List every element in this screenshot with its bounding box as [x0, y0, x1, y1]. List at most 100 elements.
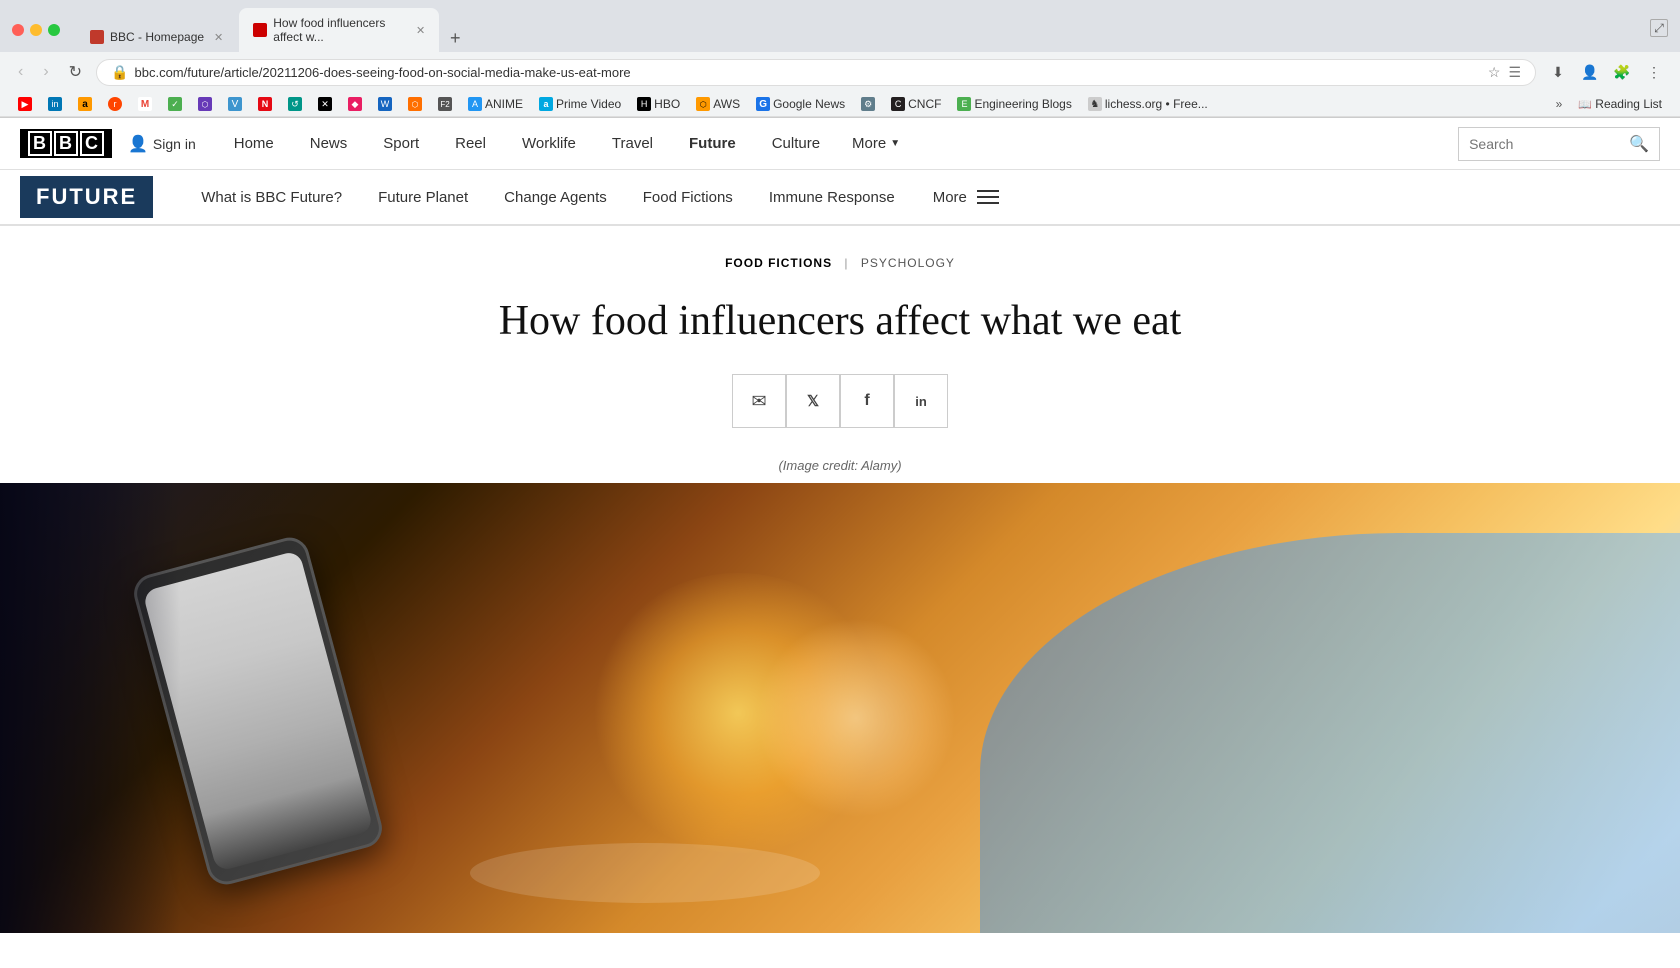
- diamond-icon: ◆: [348, 97, 362, 111]
- bookmark-item12[interactable]: W: [372, 95, 398, 113]
- bookmark-linkedin[interactable]: in: [42, 95, 68, 113]
- amazon-icon: a: [78, 97, 92, 111]
- nav-sport[interactable]: Sport: [365, 118, 437, 170]
- bookmark-item13[interactable]: ⬡: [402, 95, 428, 113]
- reload-button[interactable]: ↻: [63, 58, 88, 86]
- close-button[interactable]: [12, 24, 24, 36]
- bookmark-gmail[interactable]: M: [132, 95, 158, 113]
- share-email-button[interactable]: ✉: [732, 374, 786, 428]
- forward-button[interactable]: ›: [37, 59, 54, 85]
- nav-more-button[interactable]: More ▼: [838, 118, 914, 170]
- reddit-icon: r: [108, 97, 122, 111]
- tab-close-2[interactable]: ✕: [416, 24, 425, 37]
- image-credit: (Image credit: Alamy): [0, 458, 1680, 483]
- restore-button[interactable]: ⤢: [1650, 19, 1668, 37]
- search-input[interactable]: [1459, 130, 1619, 158]
- bookmark-f2[interactable]: F2: [432, 95, 458, 113]
- future-more-label[interactable]: More: [933, 189, 967, 206]
- bookmark-youtube[interactable]: ▶: [12, 95, 38, 113]
- bookmark-item10[interactable]: ✕: [312, 95, 338, 113]
- bookmark-reddit[interactable]: r: [102, 95, 128, 113]
- ham-line-2: [977, 196, 999, 198]
- sign-in-label: Sign in: [153, 136, 196, 152]
- bookmark-item9[interactable]: ↺: [282, 95, 308, 113]
- reading-list-btn[interactable]: 📖 Reading List: [1572, 95, 1668, 113]
- minimize-button[interactable]: [30, 24, 42, 36]
- back-button[interactable]: ‹: [12, 59, 29, 85]
- bookmark-engblogs[interactable]: E Engineering Blogs: [951, 95, 1077, 113]
- reading-list-icon: 📖: [1578, 97, 1592, 111]
- bookmark-item20[interactable]: ⚙: [855, 95, 881, 113]
- bookmark-star-icon[interactable]: ☆: [1488, 64, 1501, 81]
- bookmark-lichess-label: lichess.org • Free...: [1105, 97, 1208, 111]
- x-icon: ✕: [318, 97, 332, 111]
- bookmark-gnews[interactable]: G Google News: [750, 95, 851, 113]
- bookmark-netflix[interactable]: N: [252, 95, 278, 113]
- new-tab-button[interactable]: +: [441, 24, 469, 52]
- bookmark-prime[interactable]: a Prime Video: [533, 95, 627, 113]
- tab-title-2: How food influencers affect w...: [273, 16, 406, 44]
- bbc-logo[interactable]: B B C: [20, 129, 112, 158]
- future-nav-what[interactable]: What is BBC Future?: [183, 169, 360, 225]
- download-icon[interactable]: ⬇: [1544, 58, 1572, 86]
- bbc-logo-wrapper: B B C: [20, 129, 112, 158]
- share-linkedin-button[interactable]: in: [894, 374, 948, 428]
- nav-culture[interactable]: Culture: [754, 118, 838, 170]
- bookmark-venmo[interactable]: V: [222, 95, 248, 113]
- future-logo[interactable]: FUTURE: [20, 176, 153, 218]
- bookmark-item6[interactable]: ⬡: [192, 95, 218, 113]
- gear-icon: ⚙: [861, 97, 875, 111]
- hamburger-menu[interactable]: [977, 190, 999, 204]
- bookmark-item11[interactable]: ◆: [342, 95, 368, 113]
- article-section[interactable]: FOOD FICTIONS: [725, 256, 832, 270]
- search-button[interactable]: 🔍: [1619, 128, 1659, 160]
- linkedin-icon: in: [48, 97, 62, 111]
- bookmark-lichess[interactable]: ♞ lichess.org • Free...: [1082, 95, 1214, 113]
- bookmark-cncf[interactable]: C CNCF: [885, 95, 947, 113]
- tab-title-1: BBC - Homepage: [110, 30, 204, 44]
- bbc-top-nav: B B C 👤 Sign in Home News Sport Reel Wor…: [0, 118, 1680, 170]
- browser-nav: ‹ › ↻ 🔒 bbc.com/future/article/20211206-…: [0, 52, 1680, 92]
- twitter-icon: 𝕏: [807, 392, 819, 410]
- window-controls: [12, 24, 60, 36]
- bookmark-anime[interactable]: A ANIME: [462, 95, 529, 113]
- extensions-icon[interactable]: 🧩: [1608, 58, 1636, 86]
- hex2-icon: ⬡: [408, 97, 422, 111]
- maximize-button[interactable]: [48, 24, 60, 36]
- light-blob-inner: [756, 618, 956, 818]
- bookmark-item5[interactable]: ✓: [162, 95, 188, 113]
- future-nav-food[interactable]: Food Fictions: [625, 169, 751, 225]
- future-nav-planet[interactable]: Future Planet: [360, 169, 486, 225]
- gmail-icon: M: [138, 97, 152, 111]
- hero-image: [0, 483, 1680, 933]
- bookmark-aws[interactable]: ⬡ AWS: [690, 95, 746, 113]
- tab-favicon-1: [90, 30, 104, 44]
- nav-travel[interactable]: Travel: [594, 118, 671, 170]
- sign-in-button[interactable]: 👤 Sign in: [128, 134, 196, 154]
- refresh-icon: ↺: [288, 97, 302, 111]
- nav-more-label: More: [852, 135, 886, 152]
- share-twitter-button[interactable]: 𝕏: [786, 374, 840, 428]
- nav-worklife[interactable]: Worklife: [504, 118, 594, 170]
- browser-tab-2[interactable]: How food influencers affect w... ✕: [239, 8, 439, 52]
- tab-close-1[interactable]: ✕: [214, 31, 223, 44]
- nav-news[interactable]: News: [292, 118, 366, 170]
- profile-icon[interactable]: 👤: [1576, 58, 1604, 86]
- nav-reel[interactable]: Reel: [437, 118, 504, 170]
- future-nav-immune[interactable]: Immune Response: [751, 169, 913, 225]
- f2-icon: F2: [438, 97, 452, 111]
- reader-mode-icon[interactable]: ☰: [1508, 64, 1521, 81]
- bookmark-hbo[interactable]: H HBO: [631, 95, 686, 113]
- settings-icon[interactable]: ⋮: [1640, 58, 1668, 86]
- email-icon: ✉: [751, 391, 766, 412]
- browser-tab-1[interactable]: BBC - Homepage ✕: [76, 22, 237, 52]
- article-area: FOOD FICTIONS | PSYCHOLOGY How food infl…: [0, 226, 1680, 483]
- future-nav-change[interactable]: Change Agents: [486, 169, 625, 225]
- future-nav: FUTURE What is BBC Future? Future Planet…: [0, 170, 1680, 226]
- nav-future[interactable]: Future: [671, 118, 754, 170]
- address-bar[interactable]: 🔒 bbc.com/future/article/20211206-does-s…: [96, 59, 1536, 86]
- bookmark-amazon[interactable]: a: [72, 95, 98, 113]
- nav-home[interactable]: Home: [216, 118, 292, 170]
- share-facebook-button[interactable]: f: [840, 374, 894, 428]
- bookmarks-more[interactable]: »: [1550, 95, 1569, 113]
